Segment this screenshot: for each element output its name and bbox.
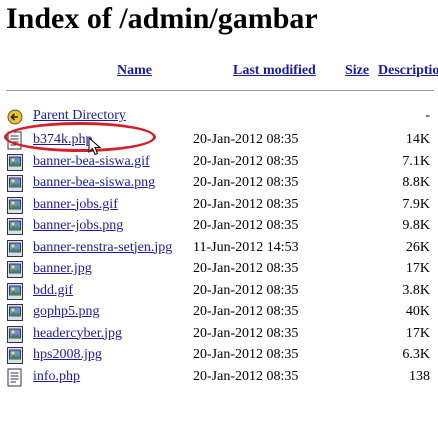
file-size: 7.9K [402,196,430,212]
file-name-link[interactable]: headercyber.jpg [33,325,122,343]
file-row[interactable]: banner-bea-siswa.gif 20-Jan-2012 08:35 7.1… [0,152,438,173]
file-modified-date: 20-Jan-2012 08:35 [193,175,299,190]
sort-by-last-modified-link[interactable]: Last modified [233,63,316,78]
file-row[interactable]: banner.jpg 20-Jan-2012 08:35 17K [0,259,438,280]
mouse-cursor-icon [88,137,102,156]
file-size: 14K [405,132,430,147]
file-row[interactable]: info.php 20-Jan-2012 08:35 138 [0,367,438,388]
file-row[interactable]: banner-jobs.gif 20-Jan-2012 08:35 7.9K [0,195,438,216]
file-row[interactable]: gophp5.png 20-Jan-2012 08:35 40K [0,302,438,323]
file-size: 8.8K [402,175,430,190]
image-file-icon [7,261,23,278]
column-header-last-modified[interactable]: Last modified [233,62,316,80]
text-file-icon [7,368,22,386]
file-modified-date: 11-Jun-2012 14:53 [193,239,299,255]
file-size: 3.8K [402,282,430,298]
image-file-icon [7,304,23,321]
back-arrow-icon [7,109,23,125]
file-name-link[interactable]: info.php [33,368,80,386]
file-size: 26K [405,239,430,255]
text-file-icon [7,131,22,150]
page-heading: Index of /admin/gambar [6,2,318,35]
column-header-name[interactable]: Name [117,62,152,80]
file-modified-date: 20-Jan-2012 08:35 [193,325,299,341]
file-modified-date: 20-Jan-2012 08:35 [193,304,299,319]
file-name-link[interactable]: banner-jobs.png [33,217,123,235]
image-file-icon [7,218,23,235]
parent-directory-row[interactable]: Parent Directory - [0,106,438,127]
file-name-link[interactable]: banner-bea-siswa.png [33,174,155,192]
image-file-icon [7,196,23,214]
file-name-link[interactable]: bdd.gif [33,282,73,300]
file-row[interactable]: banner-jobs.png 20-Jan-2012 08:35 9.8K [0,216,438,237]
file-name-link[interactable]: hps2008.jpg [33,346,102,364]
parent-directory-link[interactable]: Parent Directory [33,107,126,125]
file-row[interactable]: bdd.gif 20-Jan-2012 08:35 3.8K [0,281,438,302]
file-modified-date: 20-Jan-2012 08:35 [193,218,299,233]
image-file-icon [7,325,23,343]
file-modified-date: 20-Jan-2012 08:35 [193,261,299,276]
file-modified-date: 20-Jan-2012 08:35 [193,153,299,169]
file-row[interactable]: hps2008.jpg 20-Jan-2012 08:35 6.3K [0,345,438,366]
file-row[interactable]: headercyber.jpg 20-Jan-2012 08:35 17K [0,324,438,345]
file-modified-date: 20-Jan-2012 08:35 [193,282,299,298]
file-modified-date: 20-Jan-2012 08:35 [193,368,299,384]
file-size: 6.3K [402,347,430,362]
parent-directory-size: - [425,108,430,123]
file-name-link[interactable]: banner.jpg [33,260,92,278]
file-row[interactable]: b374k.php 20-Jan-2012 08:35 14K [0,130,438,151]
file-row[interactable]: banner-renstra-setjen.jpg 11-Jun-2012 14:… [0,238,438,259]
image-file-icon [7,175,23,192]
file-modified-date: 20-Jan-2012 08:35 [193,196,299,212]
file-size: 9.8K [402,218,430,233]
file-size: 17K [405,261,430,276]
file-name-link[interactable]: b374k.php [33,131,93,149]
sort-by-size-link[interactable]: Size [345,63,369,78]
file-size: 40K [405,304,430,319]
sort-by-description-link[interactable]: Description [378,63,438,78]
file-size: 7.1K [402,153,430,169]
sort-by-name-link[interactable]: Name [117,63,152,78]
file-size: 138 [409,368,430,384]
file-name-link[interactable]: banner-jobs.gif [33,196,118,214]
column-header-description[interactable]: Description [378,62,438,80]
image-file-icon [7,347,23,364]
column-header-size[interactable]: Size [345,62,369,80]
file-name-link[interactable]: banner-renstra-setjen.jpg [33,239,172,257]
header-divider [6,90,434,91]
image-file-icon [7,153,23,171]
file-size: 17K [405,325,430,341]
file-name-link[interactable]: gophp5.png [33,303,100,321]
image-file-icon [7,239,23,257]
file-modified-date: 20-Jan-2012 08:35 [193,347,299,362]
file-modified-date: 20-Jan-2012 08:35 [193,132,299,147]
file-row[interactable]: banner-bea-siswa.png 20-Jan-2012 08:35 8.8… [0,173,438,194]
image-file-icon [7,282,23,300]
